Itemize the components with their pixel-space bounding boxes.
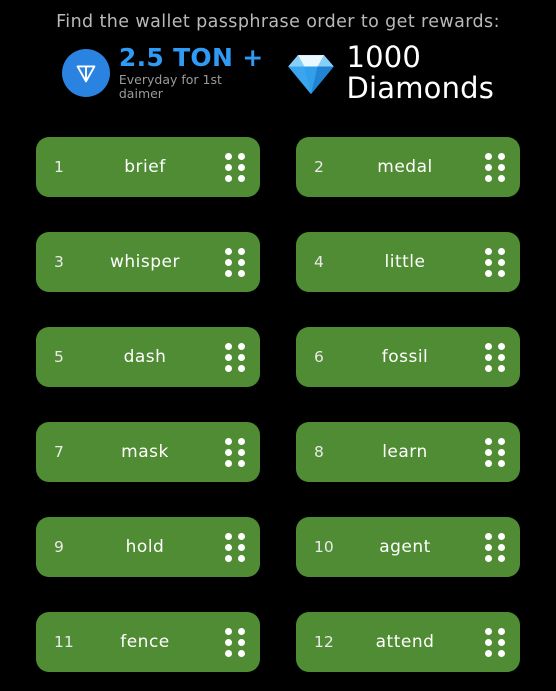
word-card-label: dash bbox=[123, 347, 167, 367]
word-card-label: little bbox=[384, 252, 426, 272]
word-card-index: 4 bbox=[314, 253, 324, 271]
word-card[interactable]: 4 little bbox=[296, 232, 520, 292]
word-card-index: 5 bbox=[54, 348, 64, 366]
word-card[interactable]: 12 attend bbox=[296, 612, 520, 672]
word-card-index: 9 bbox=[54, 538, 64, 556]
rewards-header: Find the wallet passphrase order to get … bbox=[0, 0, 556, 103]
drag-handle-dots-icon[interactable] bbox=[224, 532, 246, 562]
word-card-index: 11 bbox=[54, 633, 74, 651]
diamond-text-block: 1000 Diamonds bbox=[346, 43, 494, 103]
drag-handle-dots-icon[interactable] bbox=[484, 532, 506, 562]
diamond-label: Diamonds bbox=[346, 71, 495, 105]
diamond-icon bbox=[288, 55, 335, 95]
ton-text-block: 2.5 TON + Everyday for 1st daimer bbox=[119, 45, 264, 102]
word-card-index: 12 bbox=[314, 633, 334, 651]
reward-ton: 2.5 TON + Everyday for 1st daimer bbox=[61, 45, 264, 102]
word-card[interactable]: 10 agent bbox=[296, 517, 520, 577]
word-card-index: 7 bbox=[54, 443, 64, 461]
page-title: Find the wallet passphrase order to get … bbox=[56, 12, 500, 32]
passphrase-word-grid: 1 brief 2 medal 3 whisper 4 little 5 das… bbox=[36, 137, 520, 672]
word-card-index: 6 bbox=[314, 348, 324, 366]
word-card-label: medal bbox=[377, 157, 433, 177]
word-card-label: fence bbox=[120, 632, 170, 652]
ton-amount: 2.5 TON + bbox=[118, 42, 264, 72]
word-card-label: whisper bbox=[110, 252, 180, 272]
word-card-label: agent bbox=[379, 537, 431, 557]
word-card[interactable]: 2 medal bbox=[296, 137, 520, 197]
ton-subtitle: Everyday for 1st daimer bbox=[118, 71, 222, 101]
drag-handle-dots-icon[interactable] bbox=[484, 627, 506, 657]
word-card[interactable]: 8 learn bbox=[296, 422, 520, 482]
word-card-label: fossil bbox=[381, 347, 429, 367]
drag-handle-dots-icon[interactable] bbox=[484, 342, 506, 372]
word-card[interactable]: 1 brief bbox=[36, 137, 260, 197]
word-card[interactable]: 5 dash bbox=[36, 327, 260, 387]
word-card[interactable]: 3 whisper bbox=[36, 232, 260, 292]
word-card[interactable]: 7 mask bbox=[36, 422, 260, 482]
drag-handle-dots-icon[interactable] bbox=[224, 342, 246, 372]
word-card-label: attend bbox=[375, 632, 435, 652]
word-card-index: 3 bbox=[54, 253, 64, 271]
word-card-index: 1 bbox=[54, 158, 64, 176]
word-card[interactable]: 6 fossil bbox=[296, 327, 520, 387]
drag-handle-dots-icon[interactable] bbox=[484, 437, 506, 467]
word-card[interactable]: 9 hold bbox=[36, 517, 260, 577]
drag-handle-dots-icon[interactable] bbox=[224, 247, 246, 277]
ton-logo-icon bbox=[61, 49, 110, 97]
diamond-count: 1000 bbox=[346, 40, 422, 74]
word-card[interactable]: 11 fence bbox=[36, 612, 260, 672]
reward-diamonds: 1000 Diamonds bbox=[285, 43, 494, 103]
word-card-label: brief bbox=[124, 157, 166, 177]
rewards-row: 2.5 TON + Everyday for 1st daimer 1000 D… bbox=[0, 43, 556, 103]
word-card-index: 10 bbox=[314, 538, 334, 556]
word-card-label: learn bbox=[382, 442, 428, 462]
word-card-index: 8 bbox=[314, 443, 324, 461]
word-card-label: hold bbox=[125, 537, 165, 557]
word-card-index: 2 bbox=[314, 158, 324, 176]
drag-handle-dots-icon[interactable] bbox=[484, 247, 506, 277]
drag-handle-dots-icon[interactable] bbox=[224, 627, 246, 657]
drag-handle-dots-icon[interactable] bbox=[484, 152, 506, 182]
word-card-label: mask bbox=[121, 442, 169, 462]
drag-handle-dots-icon[interactable] bbox=[224, 437, 246, 467]
drag-handle-dots-icon[interactable] bbox=[224, 152, 246, 182]
